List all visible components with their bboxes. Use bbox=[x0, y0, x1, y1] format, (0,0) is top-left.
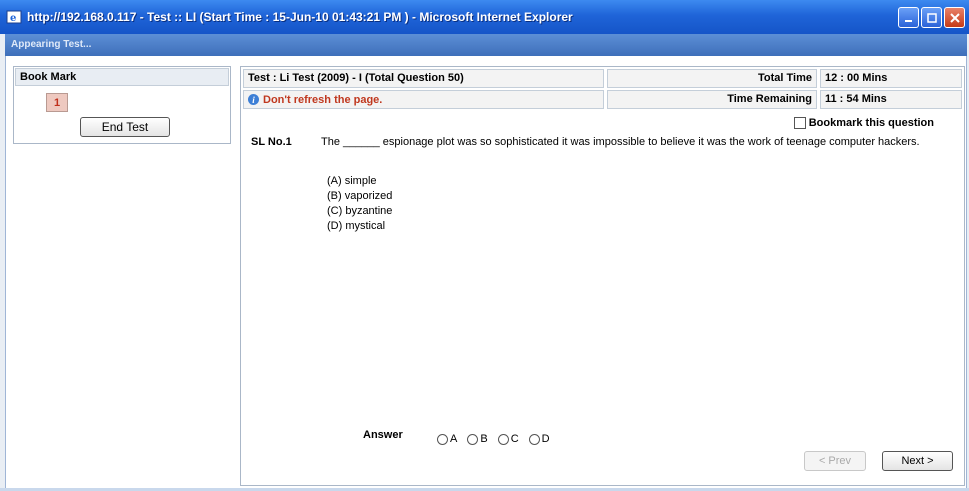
answer-radio-a[interactable]: A bbox=[437, 433, 457, 445]
option-b: (B) vaporized bbox=[327, 190, 393, 202]
total-time-label: Total Time bbox=[607, 69, 817, 88]
question-text: The ______ espionage plot was so sophist… bbox=[321, 136, 920, 148]
close-icon bbox=[949, 12, 960, 23]
bookmark-question-label: Bookmark this question bbox=[808, 117, 934, 129]
answer-radio-b[interactable]: B bbox=[467, 433, 488, 445]
answer-radio-b-label: B bbox=[480, 433, 488, 445]
answer-label: Answer bbox=[363, 429, 403, 441]
option-a: (A) simple bbox=[327, 175, 377, 187]
checkbox-icon[interactable] bbox=[793, 117, 806, 129]
option-list: (A) simple (B) vaporized (C) byzantine (… bbox=[327, 174, 392, 234]
status-subtitle: Appearing Test... bbox=[5, 34, 967, 56]
bookmark-panel: Book Mark 1 End Test bbox=[13, 66, 231, 144]
time-remaining-label: Time Remaining bbox=[607, 90, 817, 109]
window-controls bbox=[898, 7, 965, 28]
info-icon: i bbox=[248, 94, 259, 105]
close-button[interactable] bbox=[944, 7, 965, 28]
radio-icon[interactable] bbox=[467, 433, 479, 445]
radio-icon[interactable] bbox=[497, 433, 509, 445]
internet-explorer-icon: e bbox=[6, 10, 22, 24]
bookmark-panel-header: Book Mark bbox=[15, 68, 229, 86]
test-name: Test : Li Test (2009) - I (Total Questio… bbox=[243, 69, 604, 88]
option-d: (D) mystical bbox=[327, 220, 386, 232]
answer-radio-a-label: A bbox=[450, 433, 458, 445]
answer-radio-group: A B C D bbox=[437, 433, 550, 445]
prev-button[interactable]: < Prev bbox=[804, 451, 866, 471]
refresh-warning: i Don't refresh the page. bbox=[243, 90, 604, 109]
svg-text:e: e bbox=[10, 13, 16, 24]
option-c: (C) byzantine bbox=[327, 205, 393, 217]
answer-radio-c[interactable]: C bbox=[497, 433, 519, 445]
answer-radio-c-label: C bbox=[510, 433, 519, 445]
window-title: http://192.168.0.117 - Test :: LI (Start… bbox=[27, 10, 573, 24]
end-test-button[interactable]: End Test bbox=[80, 117, 170, 137]
total-time-value: 12 : 00 Mins bbox=[820, 69, 962, 88]
next-button[interactable]: Next > bbox=[882, 451, 953, 471]
window-titlebar: e http://192.168.0.117 - Test :: LI (Sta… bbox=[0, 0, 969, 34]
refresh-warning-text: Don't refresh the page. bbox=[263, 93, 383, 106]
answer-radio-d[interactable]: D bbox=[528, 433, 550, 445]
question-panel: Test : Li Test (2009) - I (Total Questio… bbox=[240, 66, 965, 486]
time-remaining-value: 11 : 54 Mins bbox=[820, 90, 962, 109]
answer-radio-d-label: D bbox=[541, 433, 550, 445]
radio-icon[interactable] bbox=[437, 433, 448, 445]
minimize-button[interactable] bbox=[898, 7, 919, 28]
maximize-icon bbox=[926, 12, 937, 23]
maximize-button[interactable] bbox=[921, 7, 942, 28]
question-1-bookmark-button[interactable]: 1 bbox=[46, 93, 68, 112]
question-serial-number: SL No.1 bbox=[251, 136, 292, 148]
bookmark-question-checkbox[interactable]: Bookmark this question bbox=[793, 117, 934, 129]
radio-icon[interactable] bbox=[528, 433, 540, 445]
minimize-icon bbox=[904, 19, 912, 22]
page-content: Book Mark 1 End Test Test : Li Test (200… bbox=[5, 56, 967, 488]
